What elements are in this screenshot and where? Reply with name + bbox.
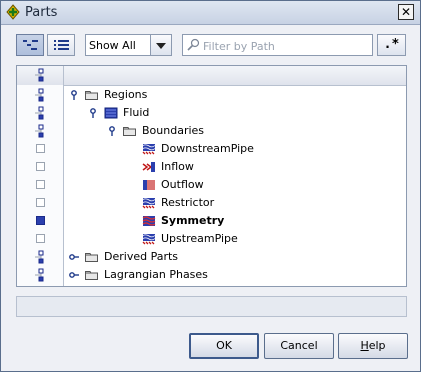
- collapsed-key-icon[interactable]: [69, 270, 79, 280]
- cancel-button[interactable]: Cancel: [264, 333, 334, 359]
- region-icon: [104, 107, 118, 119]
- window-title: Parts: [25, 5, 58, 20]
- close-icon: ✕: [400, 5, 412, 19]
- ok-button[interactable]: OK: [189, 333, 259, 359]
- app-icon: [6, 4, 20, 20]
- selection-column-icon[interactable]: [31, 67, 47, 83]
- tree-header: [17, 66, 406, 86]
- tree-row[interactable]: Outflow: [17, 176, 406, 194]
- tree-selection-icon[interactable]: [31, 105, 47, 121]
- parts-tree[interactable]: Regions Fluid Boundaries DownstreamPipe Infl…: [16, 65, 407, 287]
- view-filter-select[interactable]: Show All: [85, 34, 172, 56]
- tree-item-label: Derived Parts: [104, 250, 179, 263]
- close-button[interactable]: ✕: [398, 4, 414, 20]
- tree-row[interactable]: Restrictor: [17, 194, 406, 212]
- boundary-outlet-icon: [143, 180, 155, 190]
- boundary-wall-icon: [142, 234, 156, 245]
- list-view-icon: [54, 40, 69, 50]
- status-bar: [16, 296, 407, 317]
- tree-item-label: Inflow: [161, 160, 194, 173]
- tree-selection-icon[interactable]: [31, 87, 47, 103]
- tree-selection-icon[interactable]: [31, 249, 47, 265]
- tree-row[interactable]: Fluid: [17, 104, 406, 122]
- tree-row[interactable]: DownstreamPipe: [17, 140, 406, 158]
- tree-item-label: UpstreamPipe: [161, 232, 238, 245]
- tree-row[interactable]: Symmetry: [17, 212, 406, 230]
- selection-checkbox[interactable]: [36, 180, 45, 189]
- tree-row[interactable]: Derived Parts: [17, 248, 406, 266]
- expanded-key-icon[interactable]: [88, 108, 98, 118]
- tree-row[interactable]: Boundaries: [17, 122, 406, 140]
- tree-selection-icon[interactable]: [31, 123, 47, 139]
- tree-item-label: Restrictor: [161, 196, 215, 209]
- view-filter-value: Show All: [89, 39, 136, 52]
- help-label: elp: [368, 339, 386, 352]
- folder-icon: [85, 271, 98, 280]
- boundary-wall-icon: [142, 144, 156, 155]
- expanded-key-icon[interactable]: [107, 126, 117, 136]
- help-mnemonic: H: [360, 339, 369, 352]
- folder-icon: [85, 91, 98, 100]
- selection-checkbox[interactable]: [36, 162, 45, 171]
- title-bar[interactable]: Parts ✕: [1, 1, 420, 25]
- boundary-symmetry-icon: [142, 216, 156, 226]
- help-button[interactable]: Help: [338, 333, 408, 359]
- chevron-down-icon[interactable]: [150, 35, 171, 55]
- tree-row[interactable]: UpstreamPipe: [17, 230, 406, 248]
- tree-item-label: DownstreamPipe: [161, 142, 254, 155]
- tree-view-toggle[interactable]: [16, 34, 44, 56]
- tree-selection-icon[interactable]: [31, 267, 47, 283]
- tree-item-label: Boundaries: [142, 124, 205, 137]
- selection-checkbox[interactable]: [36, 216, 45, 225]
- selection-checkbox[interactable]: [36, 144, 45, 153]
- list-view-toggle[interactable]: [47, 34, 75, 56]
- tree-view-icon: [23, 40, 38, 50]
- tree-item-label: Fluid: [123, 106, 150, 119]
- tree-item-label: Outflow: [161, 178, 204, 191]
- expanded-key-icon[interactable]: [69, 90, 79, 100]
- filter-field[interactable]: [182, 34, 373, 56]
- collapsed-key-icon[interactable]: [69, 252, 79, 262]
- folder-icon: [85, 253, 98, 262]
- tree-item-label: Regions: [104, 88, 148, 101]
- tree-item-label: Lagrangian Phases: [104, 268, 208, 281]
- selection-checkbox[interactable]: [36, 234, 45, 243]
- tree-row[interactable]: Regions: [17, 86, 406, 104]
- boundary-inlet-icon: [142, 162, 155, 172]
- selection-checkbox[interactable]: [36, 198, 45, 207]
- tree-row[interactable]: Inflow: [17, 158, 406, 176]
- tree-row[interactable]: Lagrangian Phases: [17, 266, 406, 284]
- filter-input[interactable]: [201, 37, 371, 55]
- tree-item-label: Symmetry: [161, 214, 225, 227]
- regex-toggle-button[interactable]: .*: [377, 34, 406, 56]
- search-icon: [187, 38, 200, 51]
- boundary-wall-icon: [142, 198, 156, 209]
- folder-icon: [123, 127, 136, 136]
- column-divider[interactable]: [63, 66, 64, 85]
- parts-dialog: Parts ✕ Show All .*: [0, 0, 421, 372]
